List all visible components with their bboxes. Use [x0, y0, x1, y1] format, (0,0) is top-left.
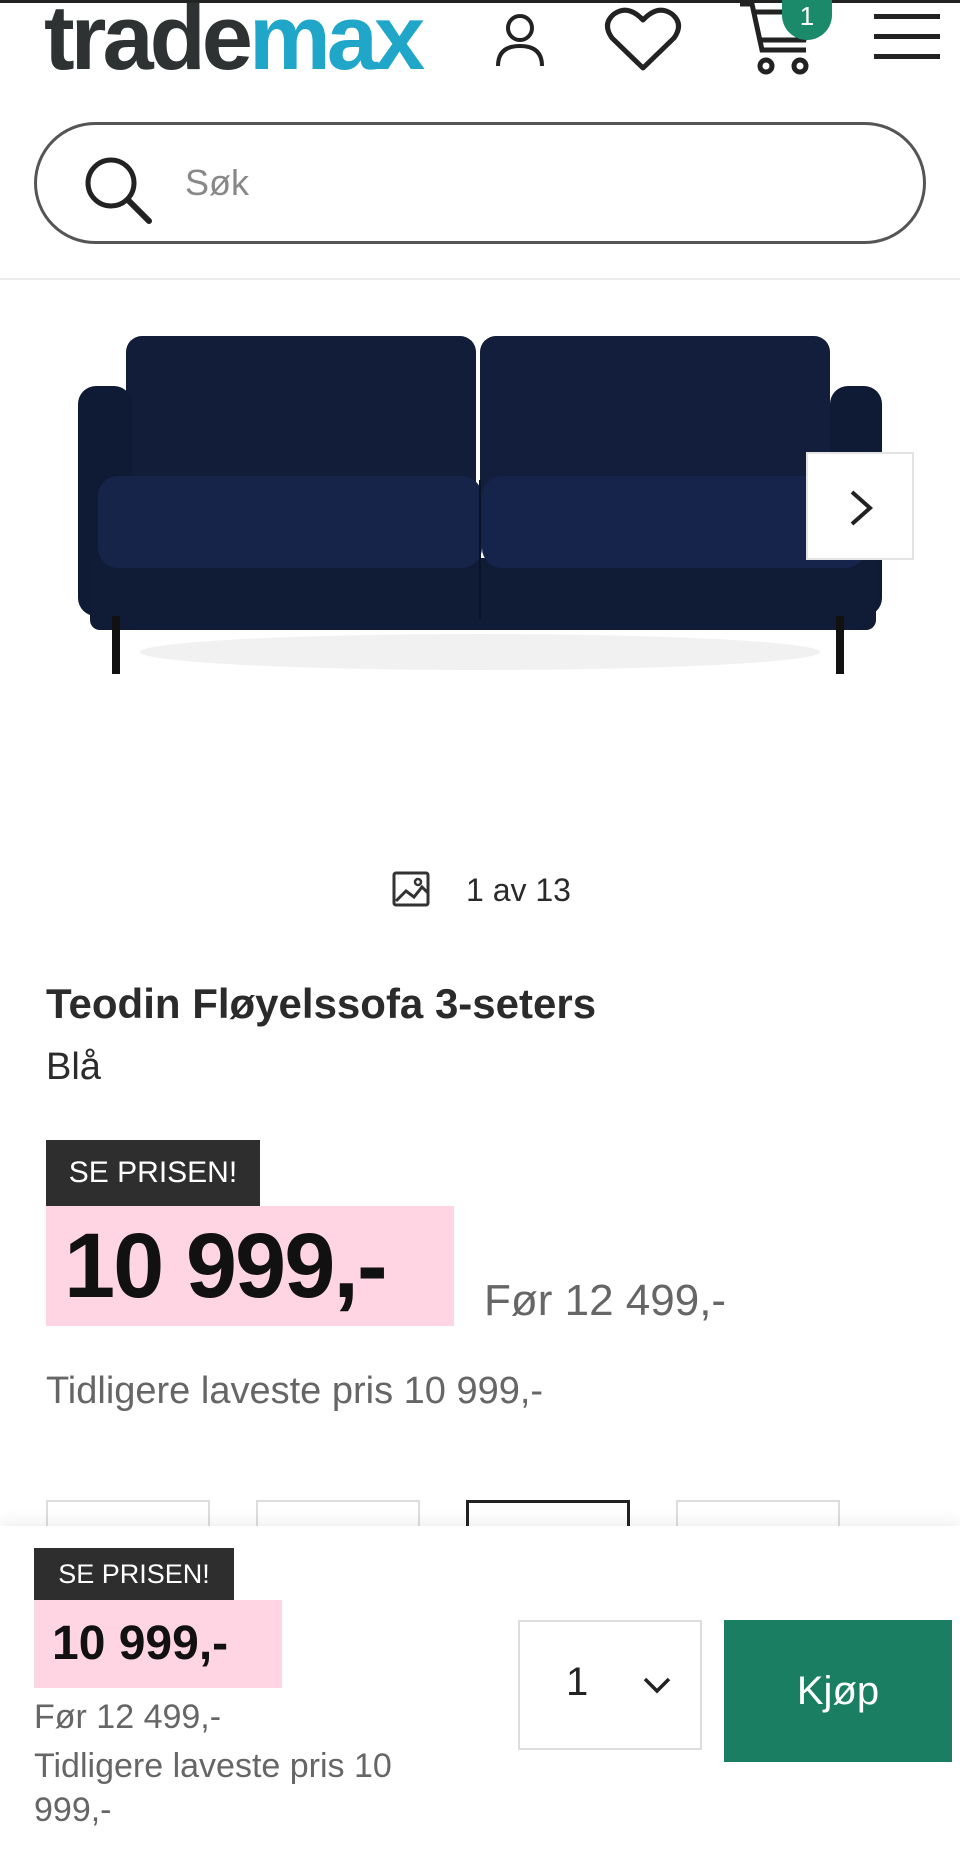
sticky-buy-bar: SE PRISEN! 10 999,- Før 12 499,- Tidlige…: [0, 1526, 960, 1853]
image-counter: 1 av 13: [392, 870, 571, 910]
user-icon[interactable]: [490, 10, 550, 74]
before-price: Før 12 499,-: [484, 1276, 727, 1325]
sticky-price-badge: SE PRISEN!: [34, 1548, 234, 1600]
logo[interactable]: trademax: [44, 0, 425, 84]
search-input[interactable]: [185, 155, 865, 211]
image-counter-text: 1 av 13: [466, 871, 571, 908]
quantity-value: 1: [566, 1660, 589, 1704]
product-color: Blå: [46, 1046, 101, 1088]
price-badge: SE PRISEN!: [46, 1140, 260, 1206]
product-title: Teodin Fløyelssofa 3-seters: [46, 980, 597, 1027]
product-price: 10 999,-: [46, 1206, 454, 1326]
lowest-price-note: Tidligere laveste pris 10 999,-: [46, 1370, 544, 1412]
menu-icon[interactable]: [872, 12, 942, 66]
sticky-price: 10 999,-: [34, 1600, 282, 1688]
header-divider: [0, 278, 960, 280]
next-image-button[interactable]: [806, 452, 914, 560]
search-bar[interactable]: [34, 122, 926, 244]
heart-icon[interactable]: [604, 6, 682, 76]
chevron-down-icon: [643, 1677, 671, 1694]
logo-text-max: max: [248, 0, 425, 89]
sticky-lowest-price-note: Tidligere laveste pris 10 999,-: [34, 1747, 392, 1829]
buy-button[interactable]: Kjøp: [724, 1620, 952, 1762]
quantity-select[interactable]: 1: [518, 1620, 702, 1750]
product-image[interactable]: [70, 330, 890, 690]
sticky-before-price: Før 12 499,-: [34, 1698, 222, 1736]
site-header: trademax 1: [0, 0, 960, 92]
image-icon: [392, 871, 430, 907]
search-icon: [85, 157, 152, 224]
logo-text-trade: trade: [44, 0, 253, 89]
chevron-right-icon: [850, 490, 874, 526]
